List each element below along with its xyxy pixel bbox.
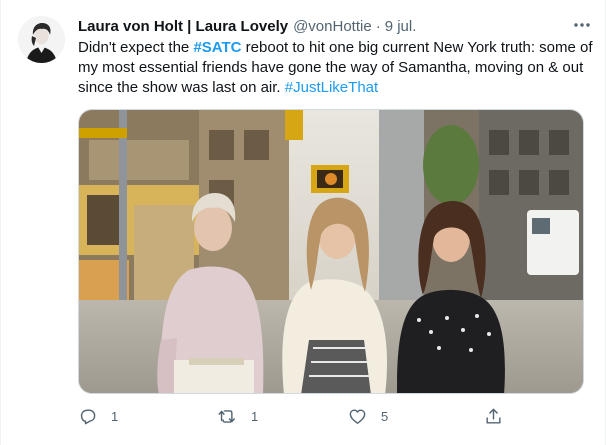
like-button[interactable]: 5 [348, 404, 388, 428]
separator-dot: · [375, 17, 381, 35]
tweet-media-photo[interactable] [78, 109, 584, 394]
user-handle[interactable]: @vonHottie [293, 18, 372, 35]
street-photo-image [79, 110, 583, 393]
reply-count: 1 [111, 408, 119, 424]
reply-button[interactable]: 1 [78, 404, 118, 428]
like-icon [349, 408, 366, 424]
tweet-date[interactable]: 9 jul. [385, 18, 417, 35]
retweet-icon [218, 409, 235, 423]
more-button[interactable] [570, 14, 594, 36]
retweet-button[interactable]: 1 [218, 404, 258, 428]
tweet-actions: 1 1 5 [78, 404, 518, 428]
retweet-count: 1 [251, 408, 259, 424]
tweet-card[interactable]: Laura von Holt | Laura Lovely @vonHottie… [0, 0, 606, 445]
hashtag-justlikethat[interactable]: #JustLikeThat [285, 79, 378, 96]
avatar[interactable] [18, 16, 65, 63]
share-button[interactable] [484, 404, 503, 428]
tweet-header: Laura von Holt | Laura Lovely @vonHottie… [78, 16, 416, 36]
more-icon [574, 23, 590, 27]
like-count: 5 [381, 408, 389, 424]
share-icon [486, 408, 501, 424]
display-name[interactable]: Laura von Holt | Laura Lovely [78, 18, 288, 35]
avatar-image [18, 16, 65, 63]
hashtag-satc[interactable]: #SATC [193, 39, 241, 56]
reply-icon [80, 408, 96, 424]
left-border [0, 0, 1, 445]
tweet-text-part-1: Didn't expect the [78, 39, 194, 56]
tweet-text: Didn't expect the #SATC reboot to hit on… [78, 38, 593, 98]
